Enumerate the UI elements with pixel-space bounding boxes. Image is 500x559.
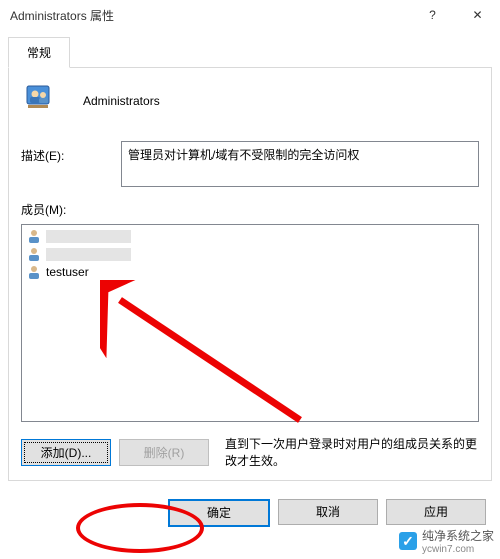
content: 常规 Administrators 描述(E): 成员(M): [0, 30, 500, 489]
tab-panel-general: Administrators 描述(E): 成员(M): [8, 68, 492, 481]
user-icon [26, 264, 42, 280]
add-button[interactable]: 添加(D)... [21, 439, 111, 466]
member-name: testuser [46, 265, 89, 279]
group-icon [25, 82, 59, 119]
user-icon [26, 246, 42, 262]
window-title: Administrators 属性 [10, 7, 410, 24]
tabstrip: 常规 [8, 36, 492, 68]
close-button[interactable]: ✕ [455, 0, 500, 30]
tab-general[interactable]: 常规 [8, 37, 70, 68]
description-row: 描述(E): [21, 141, 479, 187]
dialog-buttons: 确定 取消 应用 [0, 489, 500, 537]
member-actions: 添加(D)... 删除(R) 直到下一次用户登录时对用户的组成员关系的更改才生效… [21, 436, 479, 470]
group-header: Administrators [21, 82, 479, 119]
membership-note: 直到下一次用户登录时对用户的组成员关系的更改才生效。 [225, 436, 479, 470]
members-label: 成员(M): [21, 201, 479, 218]
list-item[interactable] [24, 227, 476, 245]
apply-button[interactable]: 应用 [386, 499, 486, 525]
ok-button[interactable]: 确定 [168, 499, 270, 527]
remove-button: 删除(R) [119, 439, 209, 466]
members-listbox[interactable]: testuser [21, 224, 479, 422]
member-name [46, 230, 131, 243]
list-item[interactable]: testuser [24, 263, 476, 281]
description-input[interactable] [121, 141, 479, 187]
list-item[interactable] [24, 245, 476, 263]
user-icon [26, 228, 42, 244]
watermark-url: ycwin7.com [422, 544, 494, 555]
description-label: 描述(E): [21, 141, 121, 164]
cancel-button[interactable]: 取消 [278, 499, 378, 525]
member-name [46, 248, 131, 261]
help-button[interactable]: ? [410, 0, 455, 30]
group-name: Administrators [83, 94, 160, 108]
titlebar: Administrators 属性 ? ✕ [0, 0, 500, 30]
